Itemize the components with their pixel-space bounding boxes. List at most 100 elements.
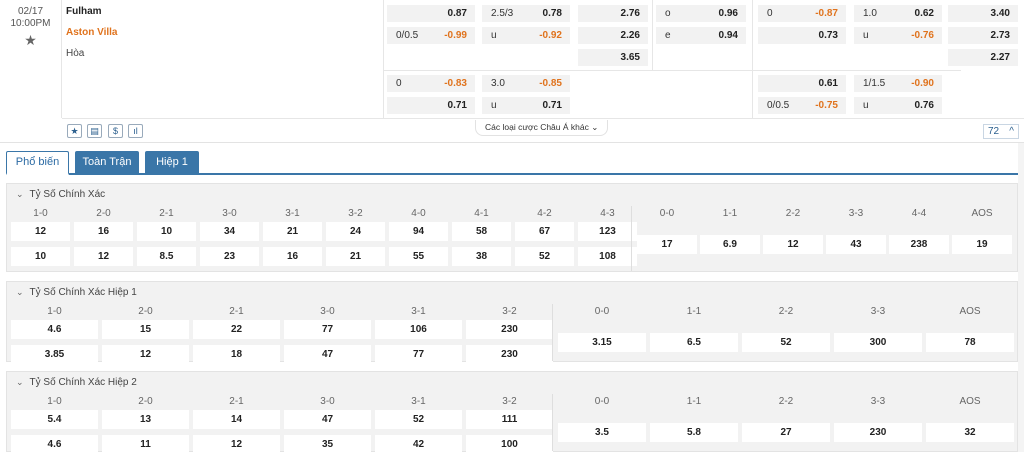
- score-odds-draw[interactable]: 32: [926, 422, 1014, 442]
- scrollbar[interactable]: [1018, 143, 1024, 452]
- score-odds-home[interactable]: 13: [102, 410, 189, 429]
- odds-cell[interactable]: u -0.76: [854, 27, 942, 44]
- score-odds-home[interactable]: 58: [452, 222, 511, 241]
- odds-cell[interactable]: 3.65: [578, 49, 648, 66]
- score-odds-home[interactable]: 34: [200, 222, 259, 241]
- odds-cell[interactable]: 3.0 -0.85: [482, 75, 570, 92]
- tab-first-half[interactable]: Hiệp 1: [145, 151, 199, 173]
- star-icon[interactable]: ★: [67, 124, 82, 138]
- score-odds-away[interactable]: 12: [74, 247, 133, 266]
- score-odds-home[interactable]: 5.4: [11, 410, 98, 429]
- score-odds-draw[interactable]: 5.8: [650, 422, 738, 442]
- score-odds-home[interactable]: 106: [375, 320, 462, 339]
- odds-cell[interactable]: 2.73: [948, 27, 1018, 44]
- favorite-star-icon[interactable]: ★: [0, 32, 61, 49]
- odds-cell[interactable]: 2.76: [578, 5, 648, 22]
- section-header[interactable]: ⌄ Tỷ Số Chính Xác Hiệp 2: [7, 372, 1017, 392]
- score-odds-draw[interactable]: 17: [637, 234, 697, 254]
- score-odds-away[interactable]: 23: [200, 247, 259, 266]
- odds-cell[interactable]: 2.5/3 0.78: [482, 5, 570, 22]
- score-odds-home[interactable]: 12: [11, 222, 70, 241]
- odds-cell[interactable]: e 0.94: [656, 27, 746, 44]
- score-odds-draw[interactable]: 52: [742, 332, 830, 352]
- odds-cell[interactable]: 0 -0.87: [758, 5, 846, 22]
- score-odds-away[interactable]: 47: [284, 345, 371, 364]
- odds-cell[interactable]: u 0.76: [854, 97, 942, 114]
- odds-cell[interactable]: 2.26: [578, 27, 648, 44]
- odds-cell[interactable]: u 0.71: [482, 97, 570, 114]
- score-odds-away[interactable]: 4.6: [11, 435, 98, 452]
- odds-cell[interactable]: 0.71: [387, 97, 475, 114]
- score-odds-away[interactable]: 42: [375, 435, 462, 452]
- score-odds-draw[interactable]: 238: [889, 234, 949, 254]
- score-odds-away[interactable]: 10: [11, 247, 70, 266]
- score-odds-home[interactable]: 94: [389, 222, 448, 241]
- score-odds-home[interactable]: 67: [515, 222, 574, 241]
- score-odds-away[interactable]: 230: [466, 345, 553, 364]
- chevron-down-icon[interactable]: ⌄: [16, 377, 24, 387]
- score-odds-draw[interactable]: 230: [834, 422, 922, 442]
- score-odds-home[interactable]: 10: [137, 222, 196, 241]
- odds-cell[interactable]: 1.0 0.62: [854, 5, 942, 22]
- score-odds-draw[interactable]: 27: [742, 422, 830, 442]
- odds-cell[interactable]: 0/0.5 -0.75: [758, 97, 846, 114]
- odds-cell[interactable]: 1/1.5 -0.90: [854, 75, 942, 92]
- chevron-down-icon[interactable]: ⌄: [16, 287, 24, 297]
- score-odds-away[interactable]: 16: [263, 247, 322, 266]
- score-odds-draw[interactable]: 19: [952, 234, 1012, 254]
- score-odds-away[interactable]: 108: [578, 247, 637, 266]
- score-odds-home[interactable]: 14: [193, 410, 280, 429]
- tv-icon[interactable]: ▤: [87, 124, 102, 138]
- odds-cell[interactable]: 0.61: [758, 75, 846, 92]
- score-odds-draw[interactable]: 300: [834, 332, 922, 352]
- score-odds-home[interactable]: 22: [193, 320, 280, 339]
- score-odds-home[interactable]: 24: [326, 222, 385, 241]
- score-odds-home[interactable]: 123: [578, 222, 637, 241]
- score-odds-away[interactable]: 38: [452, 247, 511, 266]
- score-odds-away[interactable]: 21: [326, 247, 385, 266]
- home-team[interactable]: Fulham: [66, 6, 376, 27]
- odds-cell[interactable]: 2.27: [948, 49, 1018, 66]
- odds-cell[interactable]: 3.40: [948, 5, 1018, 22]
- odds-cell[interactable]: 0.73: [758, 27, 846, 44]
- score-odds-away[interactable]: 52: [515, 247, 574, 266]
- score-odds-away[interactable]: 11: [102, 435, 189, 452]
- section-header[interactable]: ⌄ Tỷ Số Chính Xác Hiệp 1: [7, 282, 1017, 302]
- score-odds-away[interactable]: 35: [284, 435, 371, 452]
- score-odds-draw[interactable]: 12: [763, 234, 823, 254]
- odds-cell[interactable]: 0 -0.83: [387, 75, 475, 92]
- score-odds-away[interactable]: 100: [466, 435, 553, 452]
- away-team[interactable]: Aston Villa: [66, 27, 376, 48]
- score-odds-home[interactable]: 52: [375, 410, 462, 429]
- score-odds-draw[interactable]: 6.9: [700, 234, 760, 254]
- more-bet-types-button[interactable]: Các loại cược Châu Á khác ⌄: [475, 120, 609, 136]
- score-odds-home[interactable]: 16: [74, 222, 133, 241]
- odds-cell[interactable]: 0.87: [387, 5, 475, 22]
- score-odds-home[interactable]: 111: [466, 410, 553, 429]
- dollar-icon[interactable]: $: [108, 124, 123, 138]
- score-odds-home[interactable]: 230: [466, 320, 553, 339]
- score-odds-away[interactable]: 8.5: [137, 247, 196, 266]
- tab-full-match[interactable]: Toàn Trận: [75, 151, 139, 173]
- score-odds-away[interactable]: 12: [102, 345, 189, 364]
- score-odds-home[interactable]: 21: [263, 222, 322, 241]
- score-odds-draw[interactable]: 6.5: [650, 332, 738, 352]
- score-odds-draw[interactable]: 43: [826, 234, 886, 254]
- score-odds-home[interactable]: 15: [102, 320, 189, 339]
- score-odds-away[interactable]: 55: [389, 247, 448, 266]
- score-odds-home[interactable]: 77: [284, 320, 371, 339]
- stats-icon[interactable]: ıl: [128, 124, 143, 138]
- odds-cell[interactable]: u -0.92: [482, 27, 570, 44]
- chevron-down-icon[interactable]: ⌄: [16, 189, 24, 199]
- score-odds-away[interactable]: 3.85: [11, 345, 98, 364]
- odds-cell[interactable]: o 0.96: [656, 5, 746, 22]
- score-odds-draw[interactable]: 3.15: [558, 332, 646, 352]
- score-odds-away[interactable]: 12: [193, 435, 280, 452]
- tab-popular[interactable]: Phổ biến: [6, 151, 69, 175]
- market-count-button[interactable]: 72 ^: [983, 124, 1019, 139]
- section-header[interactable]: ⌄ Tỷ Số Chính Xác: [7, 184, 1017, 204]
- score-odds-away[interactable]: 77: [375, 345, 462, 364]
- odds-cell[interactable]: 0/0.5 -0.99: [387, 27, 475, 44]
- score-odds-draw[interactable]: 78: [926, 332, 1014, 352]
- score-odds-home[interactable]: 47: [284, 410, 371, 429]
